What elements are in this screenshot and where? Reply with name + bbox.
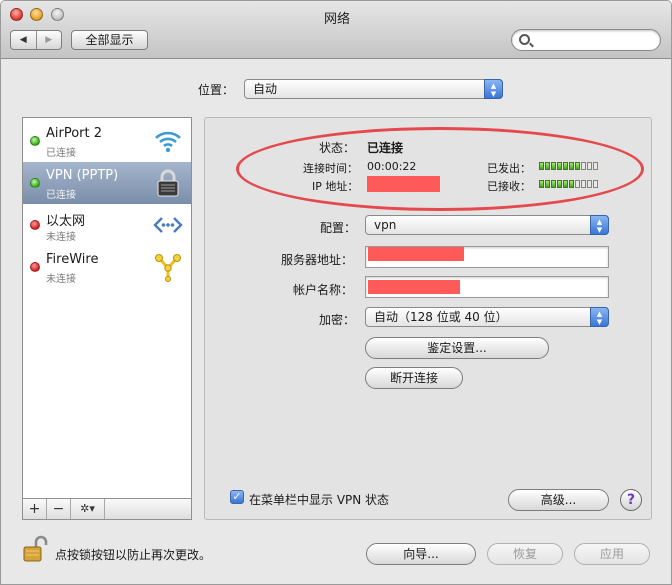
window-title: 网络: [323, 12, 350, 27]
search-icon: [519, 34, 530, 45]
server-address-field[interactable]: [365, 246, 609, 268]
annotation-circle: [236, 127, 644, 211]
assistant-button[interactable]: 向导...: [366, 543, 476, 565]
location-popup[interactable]: 自动 ▲ ▼: [244, 79, 503, 99]
show-vpn-status-checkbox[interactable]: ✓: [230, 490, 244, 504]
location-value: 自动: [253, 82, 278, 96]
gear-icon[interactable]: ✲▾: [71, 499, 105, 519]
service-status: 已连接: [46, 148, 76, 159]
show-all-button[interactable]: 全部显示: [71, 30, 148, 50]
firewire-icon: [155, 254, 181, 282]
account-name-redacted: [368, 280, 460, 294]
popup-arrows-icon: ▲ ▼: [590, 307, 609, 327]
service-name: 以太网: [46, 214, 86, 229]
status-dot-green: [30, 178, 40, 188]
location-label: 位置：: [198, 83, 235, 97]
show-vpn-status-label: 在菜单栏中显示 VPN 状态: [249, 493, 390, 507]
ethernet-icon: [153, 217, 183, 233]
server-address-label: 服务器地址：: [281, 253, 354, 267]
apply-button[interactable]: 应用: [574, 543, 650, 565]
advanced-button[interactable]: 高级...: [508, 489, 609, 511]
status-dot-green: [30, 136, 40, 146]
service-item-ethernet[interactable]: 以太网 未连接: [23, 204, 191, 246]
service-status: 已连接: [46, 190, 76, 201]
service-name: AirPort 2: [46, 126, 103, 141]
back-button[interactable]: ◀: [11, 31, 36, 49]
server-address-redacted: [368, 247, 464, 261]
service-status: 未连接: [46, 274, 76, 285]
encryption-label: 加密：: [319, 313, 356, 327]
revert-button[interactable]: 恢复: [487, 543, 563, 565]
status-dot-red: [30, 220, 40, 230]
remove-service-button[interactable]: −: [47, 499, 71, 519]
wifi-icon: [155, 131, 181, 153]
search-field[interactable]: [511, 29, 661, 51]
authentication-settings-button[interactable]: 鉴定设置...: [365, 337, 549, 359]
lock-hint-text: 点按锁按钮以防止再次更改。: [55, 548, 212, 562]
help-button[interactable]: ?: [620, 489, 642, 511]
account-name-label: 帐户名称：: [293, 283, 354, 297]
title-bar: 网络 ◀ ▶ 全部显示: [1, 1, 671, 59]
network-preferences-window: 网络 ◀ ▶ 全部显示 位置： 自动 ▲ ▼ AirPort 2 已连接 VPN…: [0, 0, 672, 585]
popup-arrows-icon: ▲ ▼: [590, 215, 609, 235]
configuration-label: 配置：: [320, 221, 357, 235]
service-list-controls: + − ✲▾: [22, 498, 192, 520]
service-item-firewire[interactable]: FireWire 未连接: [23, 246, 191, 288]
forward-button[interactable]: ▶: [35, 31, 62, 49]
lock-icon: [157, 169, 179, 197]
popup-arrows-icon: ▲ ▼: [484, 79, 503, 99]
disconnect-button[interactable]: 断开连接: [365, 367, 463, 389]
service-name: FireWire: [46, 252, 99, 267]
service-name: VPN (PPTP): [46, 168, 119, 183]
service-status: 未连接: [46, 232, 76, 243]
service-list: AirPort 2 已连接 VPN (PPTP) 已连接 以太网 未连接 Fir…: [22, 117, 192, 520]
configuration-popup[interactable]: vpn ▲ ▼: [365, 215, 609, 235]
encryption-value: 自动（128 位或 40 位）: [374, 310, 508, 324]
add-service-button[interactable]: +: [23, 499, 47, 519]
account-name-field[interactable]: [365, 276, 609, 298]
service-item-vpn[interactable]: VPN (PPTP) 已连接: [23, 162, 191, 204]
unlocked-padlock-icon[interactable]: [22, 535, 48, 563]
encryption-popup[interactable]: 自动（128 位或 40 位） ▲ ▼: [365, 307, 609, 327]
back-forward-control: ◀ ▶: [10, 30, 62, 50]
status-dot-red: [30, 262, 40, 272]
configuration-value: vpn: [374, 218, 397, 232]
service-item-airport[interactable]: AirPort 2 已连接: [23, 120, 191, 162]
